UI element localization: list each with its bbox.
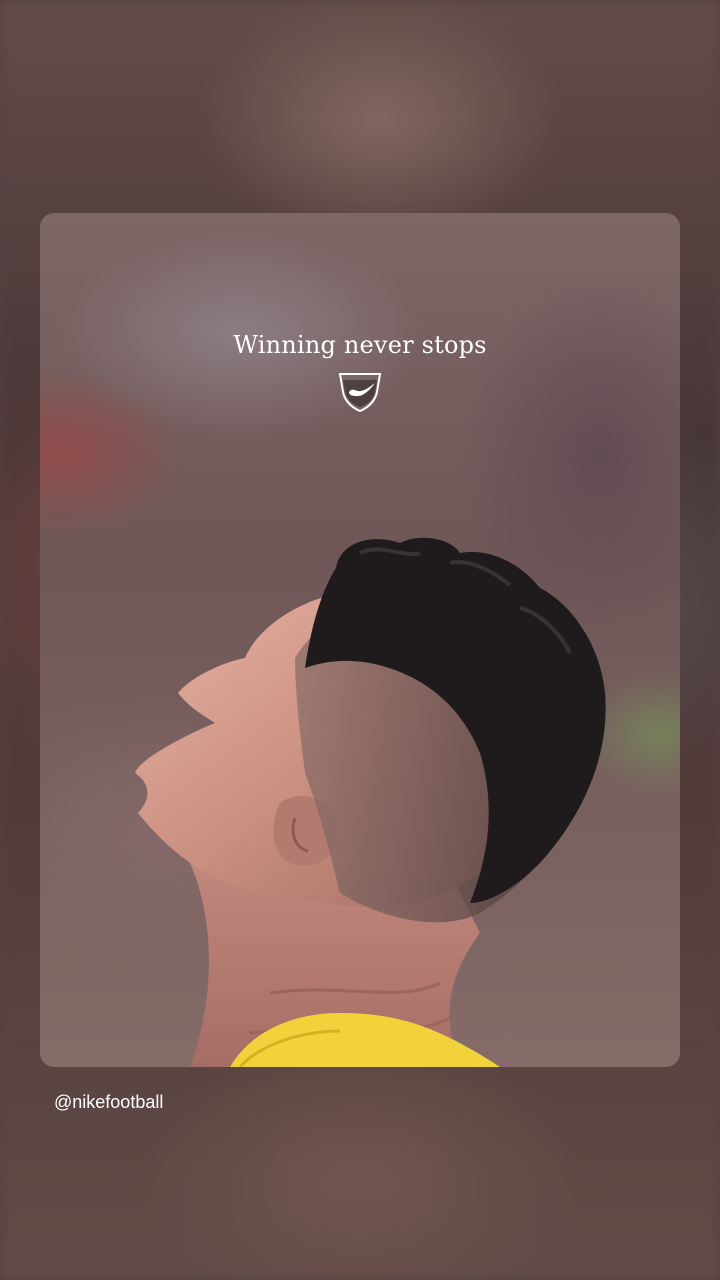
story-headline: Winning never stops [233, 331, 487, 359]
nike-crest-icon [338, 373, 382, 412]
account-handle[interactable]: @nikefootball [54, 1092, 163, 1113]
story-card[interactable]: Winning never stops [40, 213, 680, 1067]
